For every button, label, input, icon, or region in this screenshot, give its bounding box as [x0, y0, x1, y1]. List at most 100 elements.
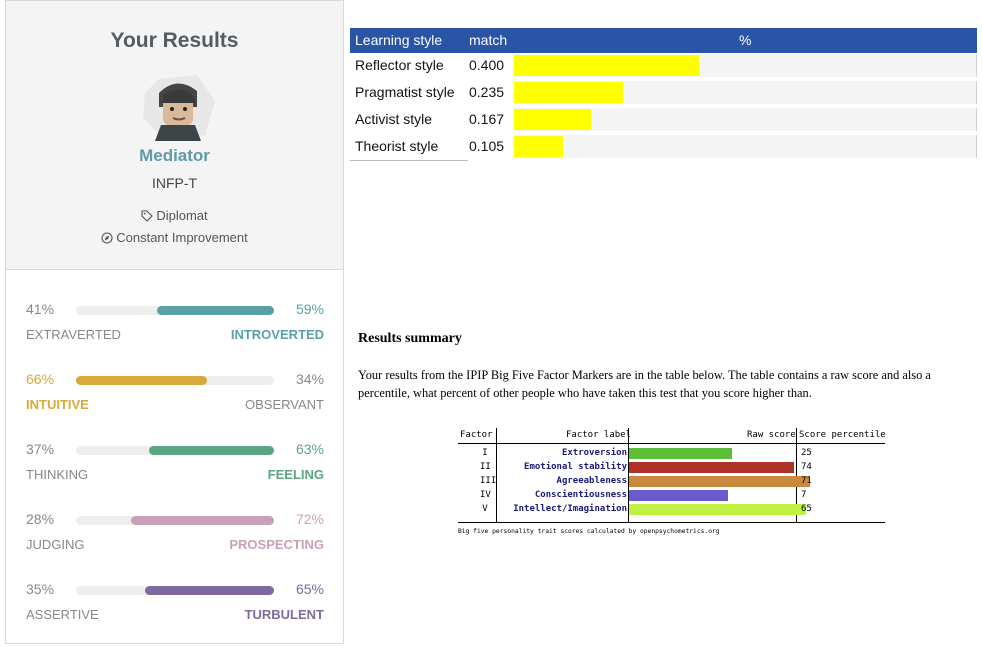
- big-five-row: I Extroversion 25: [458, 447, 885, 461]
- factor-numeral: II: [480, 462, 491, 472]
- trait-row: 37% 63% THINKING FEELING: [26, 441, 324, 491]
- learning-style-bar: [514, 55, 699, 76]
- right-percent: 34%: [295, 371, 324, 387]
- right-trait-label: INTROVERTED: [230, 327, 324, 342]
- trait-bar-track: [76, 516, 274, 525]
- learning-style-bar: [514, 136, 563, 157]
- left-percent: 37%: [26, 441, 55, 457]
- right-trait-label: OBSERVANT: [245, 397, 324, 412]
- learning-style-header: Learning style match %: [350, 28, 977, 53]
- score-percentile: 7: [801, 490, 807, 500]
- header-factor-label: Factor label: [566, 430, 632, 440]
- score-percentile: 74: [801, 462, 812, 472]
- factor-numeral: III: [480, 476, 497, 486]
- left-percent: 35%: [26, 581, 55, 597]
- header-score-percentile: Score percentile: [799, 430, 886, 440]
- results-card: Your Results Mediator INFP-T Diplomat Co…: [5, 0, 344, 644]
- tag-icon: [141, 210, 154, 222]
- raw-score-bar: [629, 476, 810, 487]
- factor-numeral: I: [482, 448, 488, 458]
- raw-score-bar: [629, 490, 728, 501]
- learning-style-bar-cell: [514, 81, 977, 104]
- personality-type-code: INFP-T: [151, 175, 198, 191]
- learning-style-name: Reflector style: [355, 57, 444, 73]
- learning-style-bar-cell: [514, 108, 977, 131]
- factor-label: Extroversion: [561, 448, 627, 458]
- learning-style-match: 0.167: [469, 111, 505, 127]
- factor-label: Emotional stability: [524, 462, 627, 472]
- learning-style-row: Pragmatist style 0.235: [350, 80, 977, 107]
- summary-text: Your results from the IPIP Big Five Fact…: [358, 368, 931, 400]
- factor-label: Agreeableness: [556, 476, 627, 486]
- trait-bar-fill: [157, 306, 274, 315]
- summary-title: Results summary: [358, 331, 462, 346]
- learning-style-name: Theorist style: [355, 138, 439, 154]
- personality-type-name: Mediator: [139, 146, 210, 165]
- left-percent: 28%: [26, 511, 55, 527]
- learning-style-bar-cell: [514, 54, 977, 77]
- right-trait-label: TURBULENT: [244, 607, 324, 622]
- trait-bar-track: [76, 446, 274, 455]
- factor-numeral: V: [482, 504, 488, 514]
- divider: [350, 160, 468, 161]
- left-trait-label: ASSERTIVE: [26, 607, 99, 622]
- right-percent: 65%: [295, 581, 324, 597]
- learning-style-match: 0.105: [469, 138, 505, 154]
- trait-row: 35% 65% ASSERTIVE TURBULENT: [26, 581, 324, 631]
- right-trait-label: FEELING: [267, 467, 324, 482]
- right-percent: 72%: [295, 511, 324, 527]
- header-learning-style: Learning style: [355, 32, 443, 48]
- trait-bar-track: [76, 586, 274, 595]
- left-percent: 66%: [26, 371, 55, 387]
- learning-style-match: 0.235: [469, 84, 505, 100]
- score-percentile: 71: [801, 476, 812, 486]
- right-trait-label: PROSPECTING: [229, 537, 324, 552]
- learning-style-name: Activist style: [355, 111, 433, 127]
- role-label: Diplomat: [6, 208, 343, 223]
- left-trait-label: INTUITIVE: [26, 397, 89, 412]
- score-percentile: 65: [801, 504, 812, 514]
- results-title: Your Results: [110, 29, 239, 52]
- factor-label: Conscientiousness: [534, 490, 627, 500]
- trait-bar-track: [76, 306, 274, 315]
- learning-style-row: Activist style 0.167: [350, 107, 977, 134]
- strategy-text: Constant Improvement: [116, 230, 248, 245]
- learning-style-match: 0.400: [469, 57, 505, 73]
- learning-style-row: Reflector style 0.400: [350, 53, 977, 80]
- score-percentile: 25: [801, 448, 812, 458]
- strategy-label: Constant Improvement: [6, 230, 343, 245]
- raw-score-bar: [629, 462, 794, 473]
- left-trait-label: EXTRAVERTED: [26, 327, 121, 342]
- big-five-row: V Intellect/Imagination 65: [458, 503, 885, 517]
- compass-icon: [101, 232, 113, 244]
- big-five-row: III Agreeableness 71: [458, 475, 885, 489]
- learning-style-bar: [514, 82, 623, 103]
- learning-style-row: Theorist style 0.105: [350, 134, 977, 161]
- header-factor: Factor: [460, 430, 493, 440]
- trait-row: 41% 59% EXTRAVERTED INTROVERTED: [26, 301, 324, 351]
- trait-bar-track: [76, 376, 274, 385]
- big-five-row: II Emotional stability 74: [458, 461, 885, 475]
- trait-bar-fill: [131, 516, 274, 525]
- left-trait-label: THINKING: [26, 467, 89, 482]
- right-percent: 63%: [295, 441, 324, 457]
- trait-bar-fill: [145, 586, 274, 595]
- learning-style-bar-cell: [514, 135, 977, 158]
- trait-bar-fill: [76, 376, 207, 385]
- factor-label: Intellect/Imagination: [513, 504, 627, 514]
- bottom-rule: [458, 522, 885, 523]
- raw-score-bar: [629, 504, 806, 515]
- header-percent: %: [739, 32, 752, 48]
- trait-bar-fill: [149, 446, 274, 455]
- left-trait-label: JUDGING: [26, 537, 85, 552]
- factor-numeral: IV: [480, 490, 491, 500]
- trait-row: 66% 34% INTUITIVE OBSERVANT: [26, 371, 324, 421]
- left-percent: 41%: [26, 301, 55, 317]
- big-five-row: IV Conscientiousness 7: [458, 489, 885, 503]
- right-percent: 59%: [295, 301, 324, 317]
- role-text: Diplomat: [156, 208, 208, 223]
- raw-score-bar: [629, 448, 732, 459]
- header-match: match: [469, 32, 508, 48]
- trait-row: 28% 72% JUDGING PROSPECTING: [26, 511, 324, 561]
- big-five-caption: Big five personality trait scores calcul…: [458, 528, 720, 535]
